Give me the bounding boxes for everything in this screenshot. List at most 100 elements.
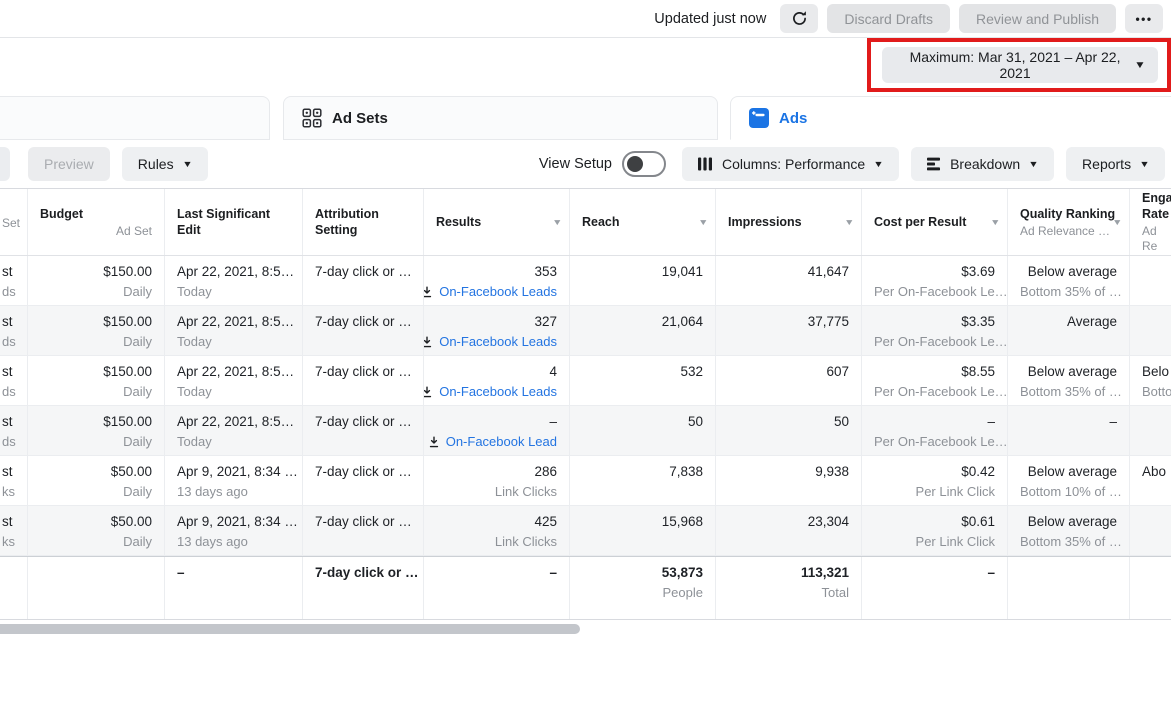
date-range-label: Maximum: Mar 31, 2021 – Apr 22, 2021 (895, 49, 1135, 81)
totals-row: –7-day click or …–53,873People113,321Tot… (0, 556, 1171, 619)
cell-quality-ranking: Below averageBottom 35% of … (1008, 506, 1130, 555)
cell-budget: $150.00Daily (28, 256, 165, 305)
cell-ad-set-partial: stds (0, 406, 28, 455)
rules-button[interactable]: Rules ▼ (122, 147, 208, 181)
tab-campaigns-partial[interactable] (0, 96, 270, 140)
cell-ad-set-partial: stds (0, 306, 28, 355)
breakdown-button[interactable]: Breakdown ▼ (911, 147, 1054, 181)
date-range-selector[interactable]: Maximum: Mar 31, 2021 – Apr 22, 2021 ▼ (882, 47, 1158, 83)
cell-impressions: 50 (716, 406, 862, 455)
column-header-last-significant-edit: Last Significant Edit (165, 189, 303, 255)
table-row[interactable]: stds$150.00DailyApr 22, 2021, 8:5…Today7… (0, 406, 1171, 456)
column-header-attribution-setting: Attribution Setting (303, 189, 424, 255)
chevron-down-icon: ▼ (1028, 159, 1039, 169)
performance-table: SetBudgetAd SetLast Significant EditAttr… (0, 188, 1171, 620)
view-setup-toggle[interactable] (622, 151, 666, 177)
results-link[interactable]: On-Facebook Lead (436, 433, 557, 450)
cell-budget: $50.00Daily (28, 456, 165, 505)
cell-reach: 21,064 (570, 306, 716, 355)
cell-cost-per-result: – (862, 557, 1008, 619)
tab-ad-sets-label: Ad Sets (332, 110, 388, 127)
cell-engagement-rate-partial (1130, 406, 1171, 455)
cell-ad-set-partial: stds (0, 356, 28, 405)
cell-quality-ranking: – (1008, 406, 1130, 455)
cell-last-significant-edit: Apr 22, 2021, 8:5…Today (165, 256, 303, 305)
table-row[interactable]: stds$150.00DailyApr 22, 2021, 8:5…Today7… (0, 356, 1171, 406)
column-header-cost-per-result[interactable]: Cost per Result▼ (862, 189, 1008, 255)
cell-reach: 19,041 (570, 256, 716, 305)
sort-arrow-icon: ▼ (844, 217, 855, 227)
cell-last-significant-edit: Apr 9, 2021, 8:34 …13 days ago (165, 456, 303, 505)
cell-engagement-rate-partial (1130, 557, 1171, 619)
reports-button[interactable]: Reports ▼ (1066, 147, 1165, 181)
cell-results: 425Link Clicks (424, 506, 570, 555)
cell-attribution-setting: 7-day click or … (303, 256, 424, 305)
cell-cost-per-result: $3.35Per On-Facebook Le… (862, 306, 1008, 355)
cell-ad-set-partial: stks (0, 506, 28, 555)
cell-impressions: 41,647 (716, 256, 862, 305)
sort-arrow-icon: ▼ (990, 217, 1001, 227)
cell-attribution-setting: 7-day click or … (303, 557, 424, 619)
cell-reach: 53,873People (570, 557, 716, 619)
cell-cost-per-result: –Per On-Facebook Le… (862, 406, 1008, 455)
columns-label: Columns: Performance (722, 156, 865, 172)
column-header-impressions[interactable]: Impressions▼ (716, 189, 862, 255)
cell-results: 4 On-Facebook Leads (424, 356, 570, 405)
cell-impressions: 37,775 (716, 306, 862, 355)
column-header-budget: BudgetAd Set (28, 189, 165, 255)
column-header-ad-set-partial: Set (0, 189, 28, 255)
chevron-down-icon: ▼ (1139, 159, 1150, 169)
tab-ad-sets[interactable]: Ad Sets (283, 96, 718, 140)
cell-attribution-setting: 7-day click or … (303, 406, 424, 455)
cell-last-significant-edit: Apr 22, 2021, 8:5…Today (165, 306, 303, 355)
columns-button[interactable]: Columns: Performance ▼ (682, 147, 899, 181)
cell-cost-per-result: $0.42Per Link Click (862, 456, 1008, 505)
table-row[interactable]: stks$50.00DailyApr 9, 2021, 8:34 …13 day… (0, 506, 1171, 556)
view-setup-label: View Setup (539, 156, 612, 172)
table-row[interactable]: stds$150.00DailyApr 22, 2021, 8:5…Today7… (0, 306, 1171, 356)
preview-button[interactable]: Preview (28, 147, 110, 181)
reports-label: Reports (1082, 156, 1131, 172)
refresh-button[interactable] (780, 4, 818, 33)
updated-status: Updated just now (654, 11, 766, 27)
ads-icon (749, 108, 769, 128)
cell-engagement-rate-partial (1130, 506, 1171, 555)
cell-last-significant-edit: Apr 9, 2021, 8:34 …13 days ago (165, 506, 303, 555)
cell-ad-set-partial: stks (0, 456, 28, 505)
results-link[interactable]: On-Facebook Leads (436, 333, 557, 350)
discard-drafts-button[interactable]: Discard Drafts (827, 4, 950, 33)
cell-results: 286Link Clicks (424, 456, 570, 505)
lead-download-icon (424, 336, 433, 348)
tab-ads[interactable]: Ads (730, 96, 1171, 140)
column-header-results[interactable]: Results▼ (424, 189, 570, 255)
cell-results: 327 On-Facebook Leads (424, 306, 570, 355)
review-and-publish-button[interactable]: Review and Publish (959, 4, 1116, 33)
lead-download-icon (428, 436, 440, 448)
ad-sets-grid-icon (302, 108, 322, 128)
column-header-quality-ranking[interactable]: Quality RankingAd Relevance …▼ (1008, 189, 1130, 255)
cell-quality-ranking: Below averageBottom 35% of … (1008, 256, 1130, 305)
refresh-icon (790, 9, 809, 28)
date-row: Maximum: Mar 31, 2021 – Apr 22, 2021 ▼ (0, 38, 1171, 92)
horizontal-scrollbar[interactable] (0, 624, 580, 634)
toggle-knob (627, 156, 643, 172)
cell-reach: 50 (570, 406, 716, 455)
cell-cost-per-result: $3.69Per On-Facebook Le… (862, 256, 1008, 305)
sort-arrow-icon: ▼ (698, 217, 709, 227)
cell-reach: 7,838 (570, 456, 716, 505)
cell-cost-per-result: $8.55Per On-Facebook Le… (862, 356, 1008, 405)
table-row[interactable]: stds$150.00DailyApr 22, 2021, 8:5…Today7… (0, 256, 1171, 306)
cell-reach: 532 (570, 356, 716, 405)
results-link[interactable]: On-Facebook Leads (436, 283, 557, 300)
cell-quality-ranking: Below averageBottom 35% of … (1008, 356, 1130, 405)
column-header-reach[interactable]: Reach▼ (570, 189, 716, 255)
more-options-button[interactable]: ••• (1125, 4, 1163, 33)
cell-results: 353 On-Facebook Leads (424, 256, 570, 305)
cell-last-significant-edit: – (165, 557, 303, 619)
results-link[interactable]: On-Facebook Leads (436, 383, 557, 400)
cell-budget: $50.00Daily (28, 506, 165, 555)
cell-attribution-setting: 7-day click or … (303, 506, 424, 555)
table-row[interactable]: stks$50.00DailyApr 9, 2021, 8:34 …13 day… (0, 456, 1171, 506)
cutoff-button-edge[interactable] (0, 147, 10, 181)
cell-last-significant-edit: Apr 22, 2021, 8:5…Today (165, 356, 303, 405)
